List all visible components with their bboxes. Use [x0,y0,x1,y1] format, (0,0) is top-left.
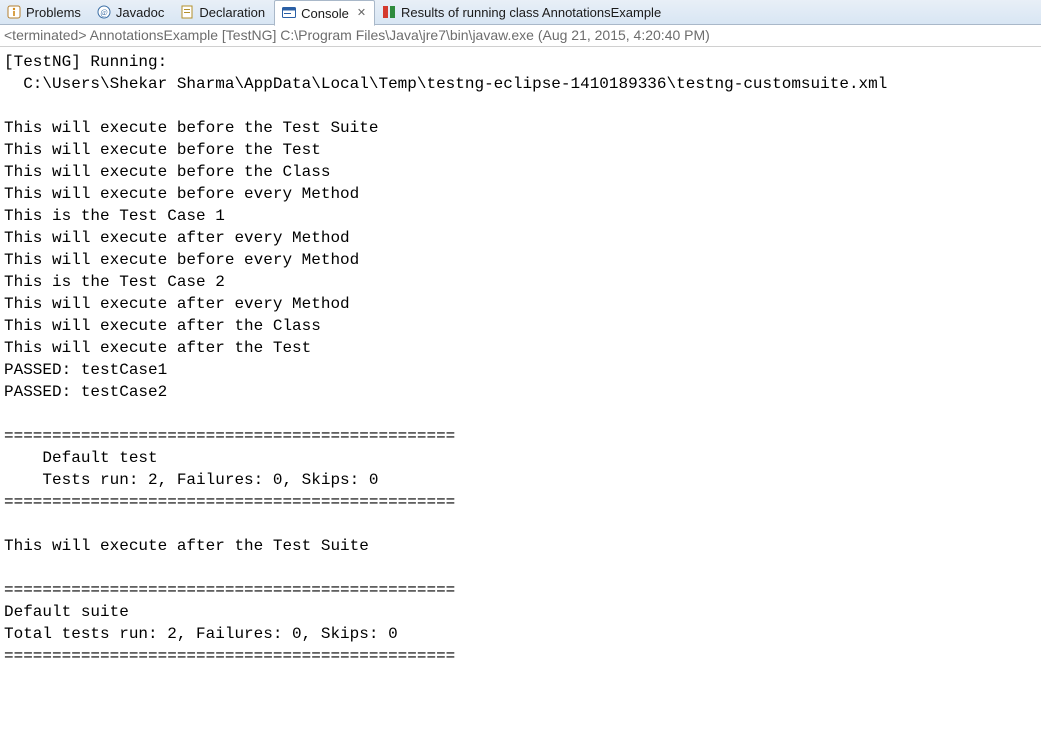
tab-label: Declaration [199,5,265,20]
launch-description: <terminated> AnnotationsExample [TestNG]… [0,25,1041,47]
tab-problems[interactable]: Problems [0,0,90,24]
results-icon [381,4,397,20]
tab-results[interactable]: Results of running class AnnotationsExam… [375,0,670,24]
declaration-icon [179,4,195,20]
terminated-status: <terminated> [4,27,87,43]
launch-cmdline: AnnotationsExample [TestNG] C:\Program F… [87,27,710,43]
tab-label: Results of running class AnnotationsExam… [401,5,661,20]
view-tab-bar: Problems @ Javadoc Declaration Console ✕… [0,0,1041,25]
console-icon [281,5,297,21]
tab-label: Console [301,6,349,21]
problems-icon [6,4,22,20]
javadoc-icon: @ [96,4,112,20]
close-icon[interactable]: ✕ [357,8,366,19]
svg-text:@: @ [100,8,107,17]
console-output[interactable]: [TestNG] Running: C:\Users\Shekar Sharma… [0,47,1041,673]
tab-javadoc[interactable]: @ Javadoc [90,0,173,24]
tab-label: Problems [26,5,81,20]
tab-label: Javadoc [116,5,164,20]
tab-console[interactable]: Console ✕ [274,0,375,26]
tab-declaration[interactable]: Declaration [173,0,274,24]
